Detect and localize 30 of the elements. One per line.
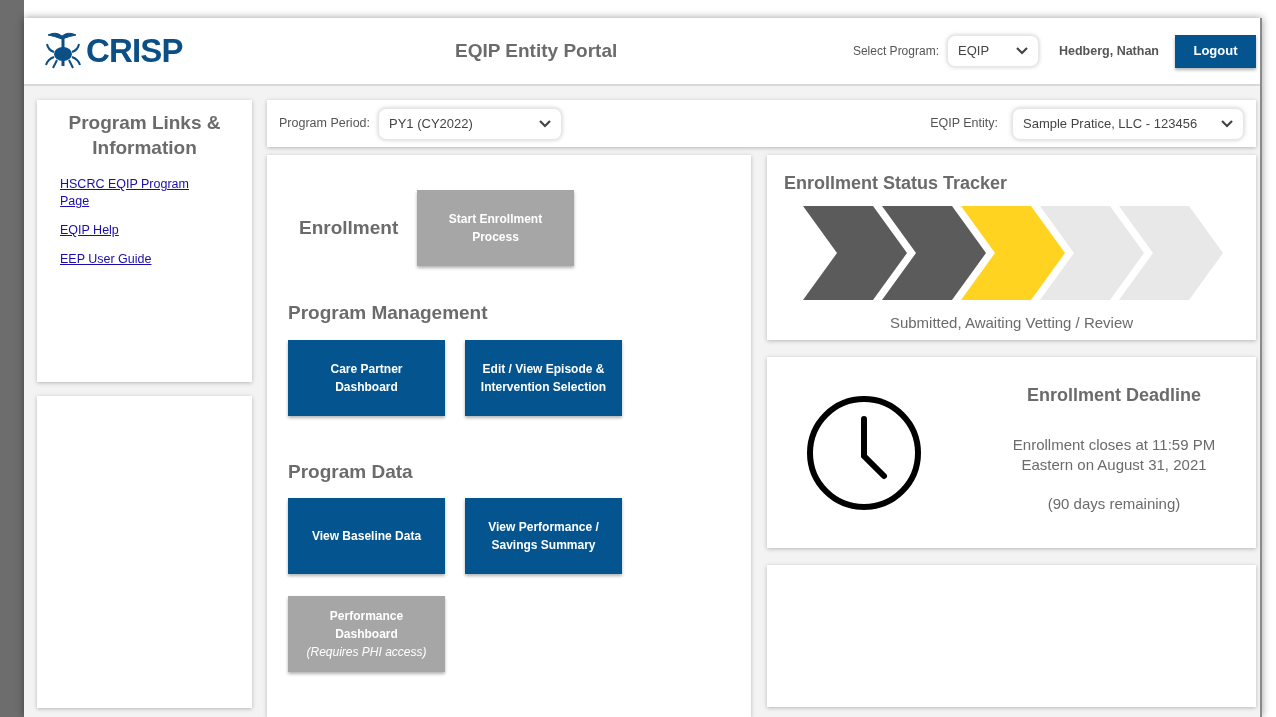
card-title: Enrollment Status Tracker xyxy=(784,172,1009,195)
remaining-days: (90 days remaining) xyxy=(1047,493,1181,516)
sidebar-link[interactable]: HSCRC EQIP Program Page xyxy=(60,176,210,210)
program-select[interactable]: EQIP xyxy=(947,35,1039,67)
section-title: Enrollment xyxy=(299,215,400,240)
entity-select[interactable]: Sample Pratice, LLC - 123456 xyxy=(1012,107,1244,140)
clock-icon xyxy=(806,394,922,511)
action-button[interactable]: Edit / View Episode & Intervention Selection xyxy=(465,339,622,416)
card-title: Enrollment Deadline xyxy=(1026,384,1201,407)
section-title: Program Management xyxy=(288,301,489,325)
sidebar-link[interactable]: EQIP Help xyxy=(60,222,210,239)
chevron-down-icon xyxy=(1221,119,1233,128)
card-title: Program Links & Information xyxy=(67,111,222,160)
logout-button[interactable]: Logout xyxy=(1175,34,1256,68)
filter-label: Program Period: xyxy=(279,115,370,133)
deadline-text: Enrollment closes at 11:59 PM Eastern on August 31, 2021 xyxy=(1011,435,1217,475)
logo-text: CRISP xyxy=(86,31,183,72)
chevron-down-icon xyxy=(539,119,551,128)
sidebar-link[interactable]: EEP User Guide xyxy=(60,251,210,268)
user-name: Hedberg, Nathan xyxy=(1059,42,1159,60)
filter-label: EQIP Entity: xyxy=(930,115,998,133)
action-button[interactable]: View Performance / Savings Summary xyxy=(465,498,622,574)
section-title: Program Data xyxy=(288,459,414,484)
action-button[interactable]: Care Partner Dashboard xyxy=(288,339,445,416)
select-label: Select Program: xyxy=(852,43,939,60)
status-text: Submitted, Awaiting Vetting / Review xyxy=(888,313,1135,333)
chevron-down-icon xyxy=(1016,47,1028,55)
portal-title: EQIP Entity Portal xyxy=(455,38,618,63)
action-button[interactable]: View Baseline Data xyxy=(288,498,445,574)
period-select[interactable]: PY1 (CY2022) xyxy=(378,107,562,140)
